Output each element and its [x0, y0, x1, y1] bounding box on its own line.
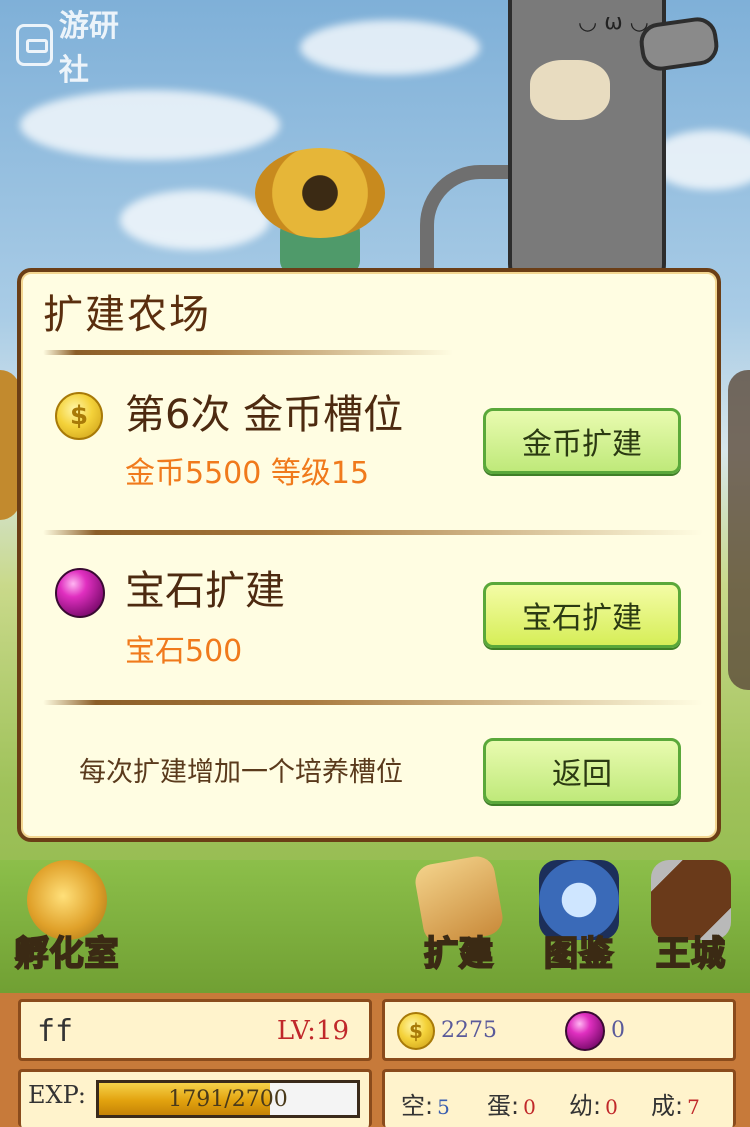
player-panel: ff LV:19: [18, 999, 372, 1061]
gem-expand-title: 宝石扩建: [125, 568, 285, 614]
coin-icon: $: [55, 392, 103, 440]
stat-value: 7: [687, 1095, 700, 1119]
cloud: [120, 190, 270, 250]
stat-label: 蛋:: [487, 1092, 520, 1120]
stat-empty: 空: 5: [401, 1086, 450, 1121]
coin-icon: $: [397, 1012, 435, 1050]
growth-stats-panel: 空: 5 蛋: 0 幼: 0 成: 7: [382, 1069, 736, 1127]
gem-expand-button[interactable]: 宝石扩建: [483, 582, 681, 648]
hatchery-label: 孵化室: [14, 933, 120, 975]
divider: [43, 700, 703, 705]
hatchery-button[interactable]: 孵化室: [12, 860, 122, 980]
coin-slot-cost: 金币5500 等级15: [125, 456, 370, 491]
back-button[interactable]: 返回: [483, 738, 681, 804]
gem-icon: [565, 1011, 605, 1051]
cat-face: ◡ ω ◡: [578, 10, 649, 35]
watermark-text: 游研社: [58, 9, 119, 88]
stat-value: 5: [437, 1095, 450, 1119]
atlas-button[interactable]: 图鉴: [524, 860, 634, 980]
coin-slot-title: 第6次 金币槽位: [125, 392, 404, 438]
exp-text: 1791/2700: [168, 1086, 288, 1112]
dialog-title: 扩建农场: [43, 292, 211, 338]
divider: [43, 530, 703, 535]
expand-label: 扩建: [423, 933, 494, 975]
atlas-label: 图鉴: [543, 933, 614, 975]
sunflower-hat: [255, 148, 385, 238]
stat-value: 0: [523, 1095, 536, 1119]
cat-belly: [530, 60, 610, 120]
player-name: ff: [37, 1014, 74, 1049]
exp-label: EXP:: [28, 1081, 86, 1109]
stat-adult: 成: 7: [651, 1086, 700, 1121]
exp-bar: 1791/2700: [96, 1080, 360, 1118]
stat-value: 0: [605, 1095, 618, 1119]
right-creature: [728, 370, 750, 690]
gem-icon: [55, 568, 105, 618]
cloud: [300, 20, 480, 75]
stat-young: 幼: 0: [569, 1086, 618, 1121]
stat-egg: 蛋: 0: [487, 1086, 536, 1121]
currency-panel: $ 2275 0: [382, 999, 736, 1061]
cloud: [20, 90, 280, 160]
stat-label: 成:: [651, 1092, 684, 1120]
gamepad-icon: [16, 24, 53, 66]
castle-label: 王城: [655, 933, 726, 975]
watermark: 游研社: [16, 9, 136, 88]
castle-button[interactable]: 王城: [636, 860, 746, 980]
divider: [43, 350, 453, 355]
coin-expand-button[interactable]: 金币扩建: [483, 408, 681, 474]
player-level: LV:19: [276, 1016, 349, 1046]
stat-label: 空:: [401, 1092, 434, 1120]
status-bar: ff LV:19 $ 2275 0 EXP: 1791/2700 空: 5 蛋: 0…: [0, 993, 750, 1127]
gem-count: 0: [611, 1018, 625, 1043]
gem-expand-cost: 宝石500: [125, 634, 243, 669]
expand-note: 每次扩建增加一个培养槽位: [79, 757, 403, 788]
stat-label: 幼:: [569, 1092, 602, 1120]
coin-count: 2275: [441, 1018, 497, 1043]
expand-farm-dialog: 扩建农场 $ 第6次 金币槽位 金币5500 等级15 金币扩建 宝石扩建 宝石…: [17, 268, 721, 842]
expand-menu-button[interactable]: 扩建: [404, 853, 514, 980]
